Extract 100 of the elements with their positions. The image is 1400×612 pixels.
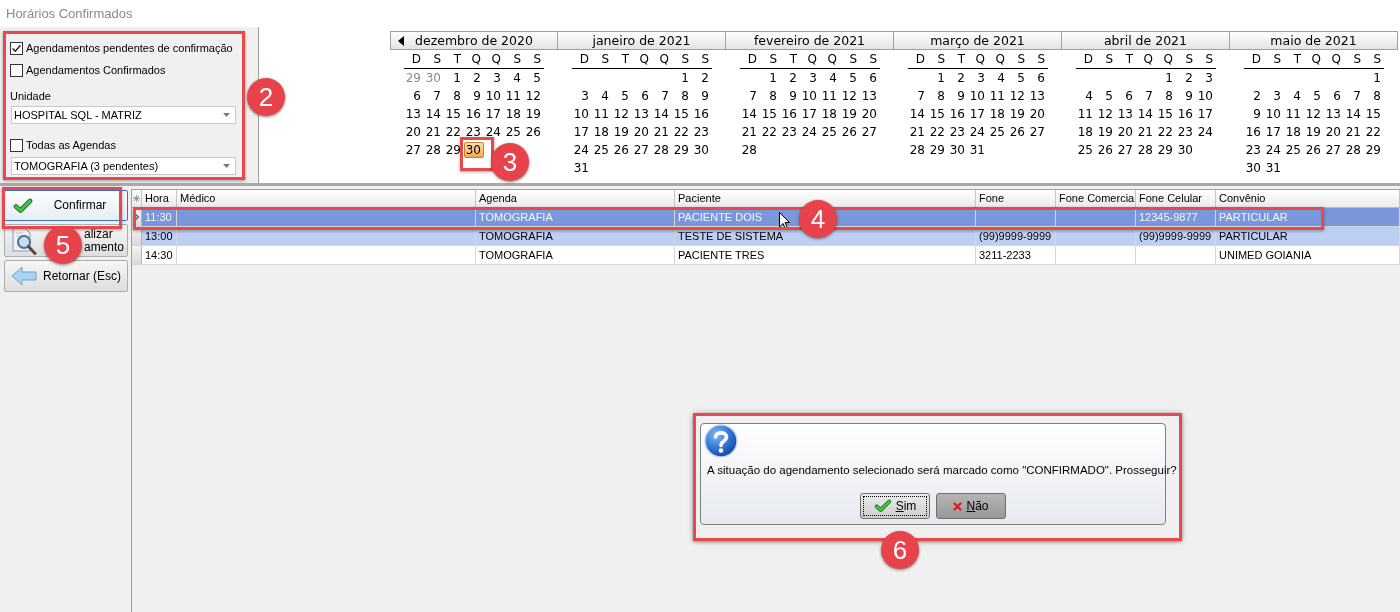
- calendar-day[interactable]: 3: [572, 88, 592, 104]
- calendar-day[interactable]: 16: [464, 106, 484, 122]
- column-header[interactable]: Fone Comercia: [1059, 192, 1135, 205]
- calendar-day[interactable]: 6: [632, 88, 652, 104]
- calendar-day[interactable]: 1: [672, 70, 692, 86]
- calendar-day[interactable]: 2: [464, 70, 484, 86]
- calendar-day[interactable]: 22: [672, 124, 692, 140]
- calendar-day[interactable]: 26: [840, 124, 860, 140]
- calendar-day[interactable]: 6: [404, 88, 424, 104]
- calendar-day[interactable]: 15: [1156, 106, 1176, 122]
- calendar-day[interactable]: 22: [760, 124, 780, 140]
- dialog-button[interactable]: Não: [936, 493, 1006, 519]
- calendar-day[interactable]: 26: [1008, 124, 1028, 140]
- calendar-day[interactable]: 26: [1304, 142, 1324, 158]
- calendar-day[interactable]: 10: [484, 88, 504, 104]
- calendar-day[interactable]: 13: [860, 88, 880, 104]
- calendar-day[interactable]: 17: [1264, 124, 1284, 140]
- calendar-day[interactable]: 27: [632, 142, 652, 158]
- dropdown[interactable]: TOMOGRAFIA (3 pendentes): [11, 157, 236, 175]
- calendar-day[interactable]: 15: [928, 106, 948, 122]
- calendar-day[interactable]: 25: [988, 124, 1008, 140]
- column-header[interactable]: Paciente: [678, 192, 721, 205]
- calendar-day[interactable]: 26: [1096, 142, 1116, 158]
- calendar-day[interactable]: 25: [592, 142, 612, 158]
- calendar-day[interactable]: 10: [1196, 88, 1216, 104]
- calendar-day[interactable]: 4: [592, 88, 612, 104]
- caret-icon[interactable]: [223, 164, 230, 168]
- calendar-day[interactable]: 28: [740, 142, 760, 158]
- calendar-day[interactable]: 24: [800, 124, 820, 140]
- calendar-day[interactable]: 4: [504, 70, 524, 86]
- calendar-day[interactable]: 20: [1324, 124, 1344, 140]
- calendar-day[interactable]: 17: [1196, 106, 1216, 122]
- calendar-day[interactable]: 7: [740, 88, 760, 104]
- calendar-day[interactable]: 25: [1284, 142, 1304, 158]
- calendar-day[interactable]: 31: [968, 142, 988, 158]
- checkbox[interactable]: [10, 63, 23, 77]
- calendar-day[interactable]: 14: [908, 106, 928, 122]
- calendar-day[interactable]: 25: [1076, 142, 1096, 158]
- calendar-day[interactable]: 5: [840, 70, 860, 86]
- calendar-day[interactable]: 29: [444, 142, 464, 158]
- calendar-day[interactable]: 19: [1008, 106, 1028, 122]
- column-header[interactable]: Convênio: [1219, 192, 1266, 205]
- calendar-day[interactable]: 7: [1344, 88, 1364, 104]
- calendar-day[interactable]: 22: [1364, 124, 1384, 140]
- calendar-day[interactable]: 13: [1028, 88, 1048, 104]
- calendar-day[interactable]: 16: [948, 106, 968, 122]
- calendar-day[interactable]: 24: [484, 124, 504, 140]
- calendar-day[interactable]: 27: [1324, 142, 1344, 158]
- calendar-day[interactable]: 16: [780, 106, 800, 122]
- calendar-day[interactable]: 22: [928, 124, 948, 140]
- calendar-day[interactable]: 3: [800, 70, 820, 86]
- calendar-day[interactable]: 22: [1156, 124, 1176, 140]
- calendar-day[interactable]: 6: [860, 70, 880, 86]
- calendar-day[interactable]: 28: [908, 142, 928, 158]
- calendar-day[interactable]: 24: [1264, 142, 1284, 158]
- calendar-day[interactable]: 9: [1176, 88, 1196, 104]
- calendar-day[interactable]: 28: [1136, 142, 1156, 158]
- calendar-day[interactable]: 23: [464, 124, 484, 140]
- calendar-day[interactable]: 14: [424, 106, 444, 122]
- checkbox[interactable]: [10, 41, 23, 55]
- calendar-day[interactable]: 7: [1136, 88, 1156, 104]
- calendar-day[interactable]: 30: [1244, 160, 1264, 176]
- calendar-day[interactable]: 24: [1196, 124, 1216, 140]
- calendar-day[interactable]: 26: [612, 142, 632, 158]
- calendar-day[interactable]: 30: [1176, 142, 1196, 158]
- calendar-day[interactable]: 21: [740, 124, 760, 140]
- calendar-day[interactable]: 5: [612, 88, 632, 104]
- calendar-day[interactable]: 1: [1156, 70, 1176, 86]
- calendar-day[interactable]: 19: [1096, 124, 1116, 140]
- calendar-day[interactable]: 12: [1096, 106, 1116, 122]
- column-header[interactable]: Fone: [979, 192, 1005, 205]
- dialog-button[interactable]: Sim: [860, 493, 930, 519]
- table-row[interactable]: 14:30 TOMOGRAFIA PACIENTE TRES 3211-2233 UNIMED GOIANIA: [132, 246, 1400, 265]
- action-button[interactable]: Confirmar: [4, 190, 128, 221]
- calendar-day[interactable]: 4: [820, 70, 840, 86]
- calendar-day[interactable]: 11: [1284, 106, 1304, 122]
- column-header[interactable]: Hora: [145, 192, 169, 205]
- calendar-day[interactable]: 18: [820, 106, 840, 122]
- calendar-day[interactable]: 11: [592, 106, 612, 122]
- caret-icon[interactable]: [223, 113, 230, 117]
- calendar-day[interactable]: 29: [928, 142, 948, 158]
- calendar-day[interactable]: 4: [1284, 88, 1304, 104]
- calendar-day[interactable]: 1: [1364, 70, 1384, 86]
- calendar-day[interactable]: 13: [1116, 106, 1136, 122]
- calendar-day[interactable]: 22: [444, 124, 464, 140]
- calendar-day[interactable]: 3: [1196, 70, 1216, 86]
- calendar-day[interactable]: 24: [572, 142, 592, 158]
- calendar-day[interactable]: 31: [572, 160, 592, 176]
- calendar-day[interactable]: 29: [672, 142, 692, 158]
- calendar-day[interactable]: 20: [1116, 124, 1136, 140]
- calendar-day[interactable]: 21: [1136, 124, 1156, 140]
- calendar-day[interactable]: 1: [928, 70, 948, 86]
- calendar-day[interactable]: 8: [1364, 88, 1384, 104]
- calendar-day[interactable]: 28: [1344, 142, 1364, 158]
- calendar-day[interactable]: 12: [524, 88, 544, 104]
- calendar-day[interactable]: 23: [948, 124, 968, 140]
- calendar-day[interactable]: 9: [464, 88, 484, 104]
- calendar-day[interactable]: 17: [572, 124, 592, 140]
- calendar-day[interactable]: 27: [404, 142, 424, 158]
- row-header[interactable]: [132, 227, 142, 245]
